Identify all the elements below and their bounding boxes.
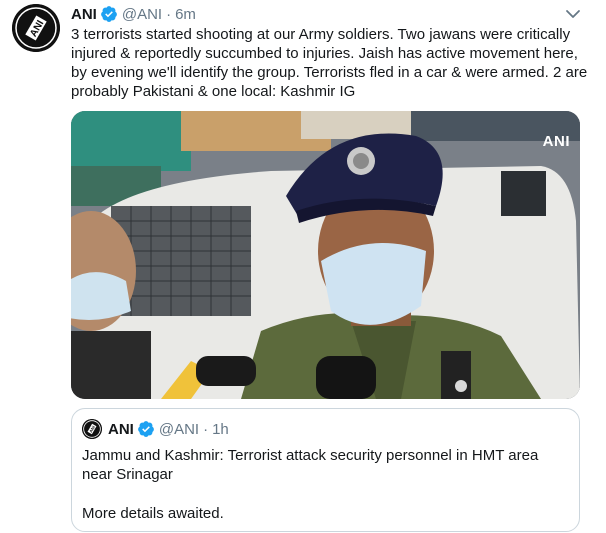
tweet-media-image[interactable]: ANI bbox=[71, 111, 580, 399]
quoted-tweet-more-text: More details awaited. bbox=[82, 505, 224, 522]
quoted-tweet-header: ANI @ANI · 1h bbox=[108, 419, 229, 439]
author-avatar[interactable]: ANI bbox=[12, 4, 60, 52]
news-photo bbox=[71, 111, 580, 399]
ani-logo-icon: ANI bbox=[82, 419, 102, 439]
verified-badge-icon bbox=[100, 6, 117, 22]
quoted-author-avatar[interactable]: ANI bbox=[82, 419, 102, 439]
quoted-tweet-text: Jammu and Kashmir: Terrorist attack secu… bbox=[82, 447, 539, 483]
separator-dot: · bbox=[166, 5, 172, 23]
tweet-header: ANI @ANI · 6m bbox=[71, 4, 196, 24]
media-watermark-text: ANI bbox=[542, 133, 570, 150]
quoted-tweet-timestamp[interactable]: 1h bbox=[212, 421, 229, 438]
ani-logo-icon: ANI bbox=[12, 4, 60, 52]
author-handle[interactable]: @ANI bbox=[122, 6, 162, 23]
tweet[interactable]: ANI ANI @ANI · 6m 3 terrorists started s… bbox=[0, 0, 606, 533]
chevron-down-icon[interactable] bbox=[565, 8, 581, 20]
tweet-timestamp[interactable]: 6m bbox=[175, 6, 196, 23]
author-name[interactable]: ANI bbox=[71, 6, 97, 23]
quoted-separator-dot: · bbox=[203, 420, 209, 438]
quoted-author-name[interactable]: ANI bbox=[108, 421, 134, 438]
quoted-author-handle[interactable]: @ANI bbox=[159, 421, 199, 438]
tweet-text: 3 terrorists started shooting at our Arm… bbox=[71, 26, 588, 100]
verified-badge-icon bbox=[137, 421, 154, 437]
quoted-tweet[interactable]: ANI ANI @ANI · 1h Jammu and Kashmir: Ter… bbox=[71, 408, 580, 532]
